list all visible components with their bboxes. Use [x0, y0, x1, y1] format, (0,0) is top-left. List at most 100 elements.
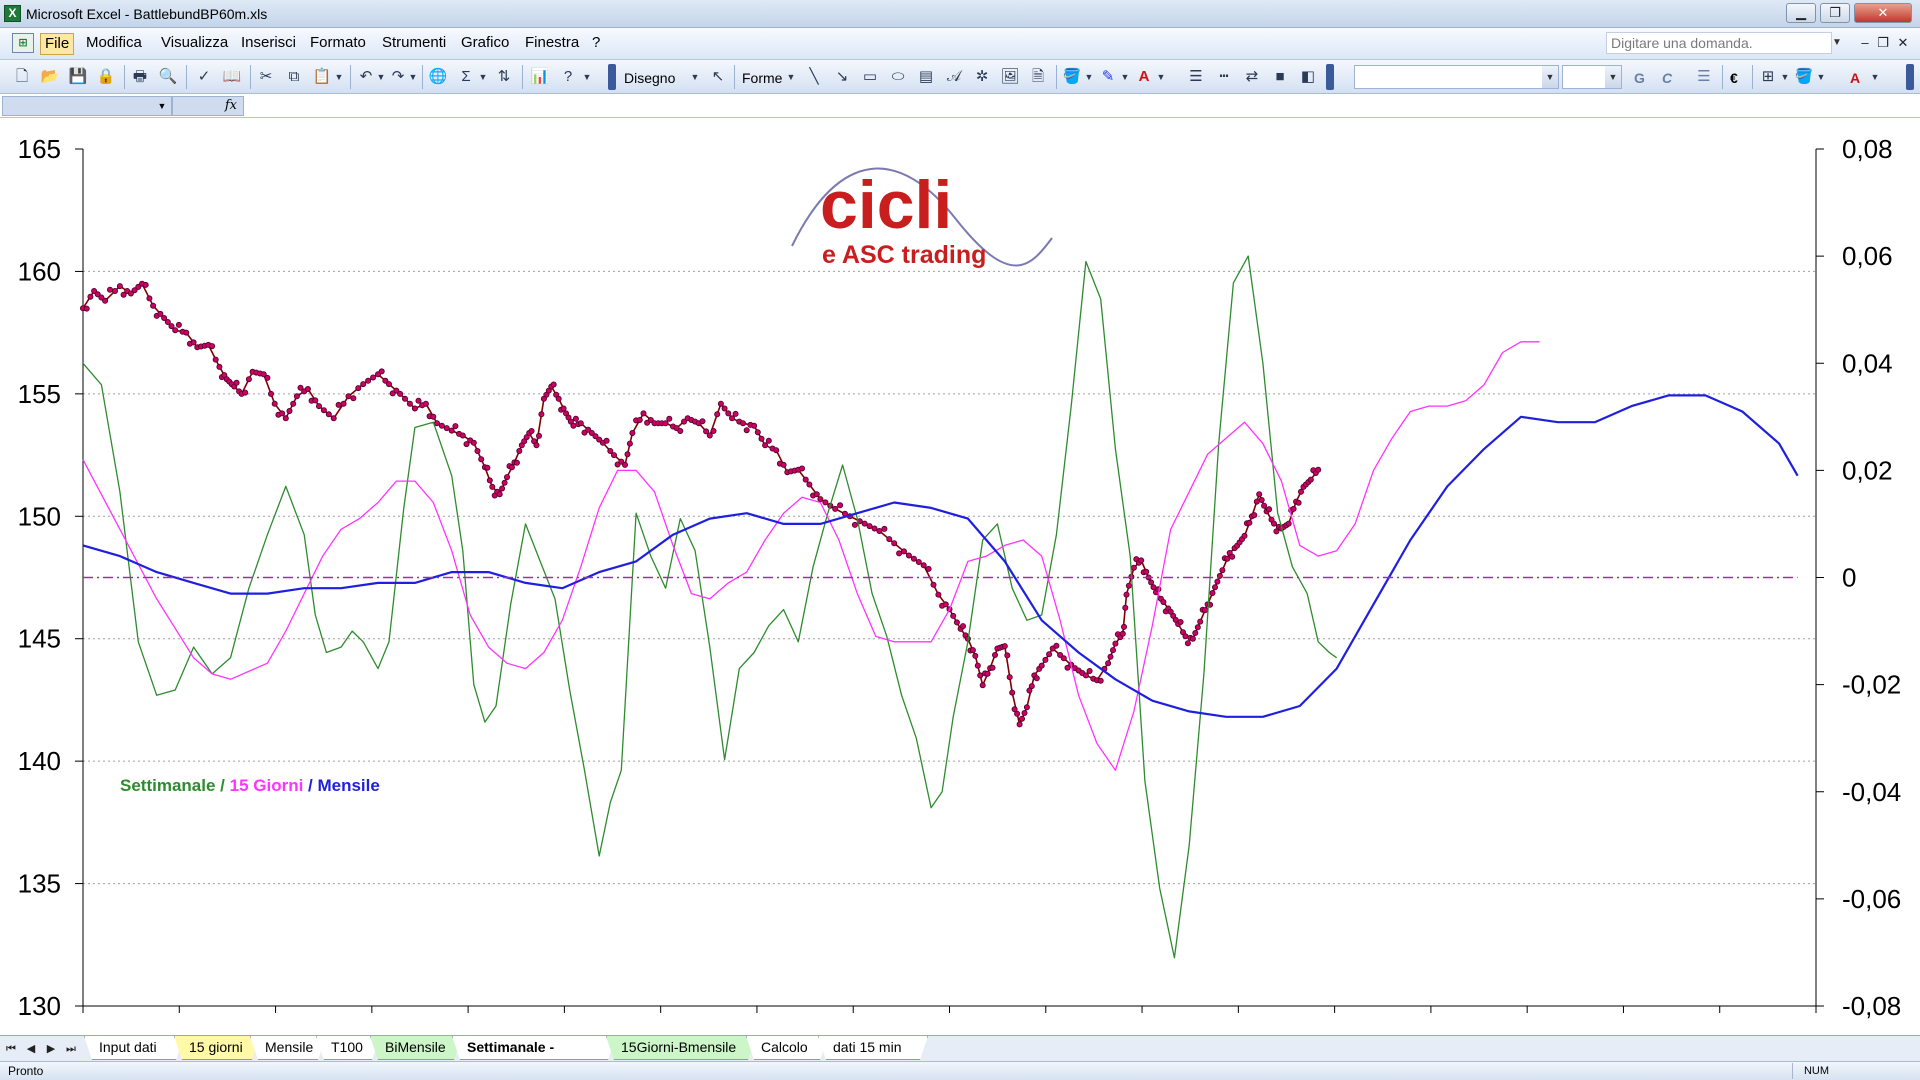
toolbar-options-icon[interactable]: ▼: [582, 67, 592, 87]
sort-ascending-icon[interactable]: ⇅: [494, 67, 514, 87]
sheet-tab[interactable]: dati 15 min: [818, 1036, 928, 1060]
font-size-dropdown-icon[interactable]: ▼: [1605, 66, 1621, 88]
sheet-tab[interactable]: BiMensile: [370, 1036, 462, 1060]
minimize-icon[interactable]: ▁: [1786, 3, 1816, 23]
menu-formato[interactable]: Formato: [306, 33, 370, 55]
spelling-icon[interactable]: ✓: [194, 67, 214, 87]
toolbar-grip[interactable]: [1906, 64, 1914, 90]
arrow-style-icon[interactable]: ⇄: [1242, 67, 1262, 87]
menu-inserisci[interactable]: Inserisci: [237, 33, 300, 55]
copy-icon[interactable]: ⧉: [284, 67, 304, 87]
borders-icon[interactable]: ⊞: [1758, 67, 1778, 87]
rectangle-tool-icon[interactable]: ▭: [860, 67, 880, 87]
menu-visualizza[interactable]: Visualizza: [157, 33, 232, 55]
undo-dropdown-icon[interactable]: ▼: [376, 67, 386, 87]
font-size-combo[interactable]: ▼: [1562, 65, 1622, 89]
help-icon[interactable]: ?: [558, 67, 578, 87]
sheet-tab[interactable]: Input dati: [84, 1036, 184, 1060]
new-document-icon[interactable]: 🗋: [12, 67, 32, 87]
font-color-button[interactable]: A: [1850, 68, 1860, 88]
line-chart[interactable]: 165 160 155 150 145 140 135 130 0,08 0,06 0,04 0,02…: [0, 118, 1920, 1035]
first-sheet-icon[interactable]: ⏮: [4, 1040, 18, 1058]
3d-style-icon[interactable]: ◧: [1298, 67, 1318, 87]
menu-strumenti[interactable]: Strumenti: [378, 33, 450, 55]
shadow-style-icon[interactable]: ■: [1270, 67, 1290, 87]
line-color-icon[interactable]: ✎: [1098, 67, 1118, 87]
insert-function-button[interactable]: fx: [172, 96, 244, 116]
undo-icon[interactable]: ↶: [356, 67, 376, 87]
menu-modifica[interactable]: Modifica: [82, 33, 146, 55]
menu-grafico[interactable]: Grafico: [457, 33, 513, 55]
align-icon[interactable]: ☰: [1694, 67, 1714, 87]
shapes-menu-button[interactable]: Forme: [742, 68, 782, 88]
font-name-dropdown-icon[interactable]: ▼: [1542, 66, 1558, 88]
menu-finestra[interactable]: Finestra: [521, 33, 583, 55]
toolbar-grip[interactable]: [608, 64, 616, 90]
save-icon[interactable]: 💾: [68, 67, 88, 87]
close-icon[interactable]: ✕: [1854, 3, 1912, 23]
menu-help[interactable]: ?: [588, 33, 604, 55]
excel-app-icon[interactable]: X: [4, 5, 21, 22]
font-color-dropdown-icon[interactable]: ▼: [1870, 67, 1880, 87]
font-name-combo[interactable]: ▼: [1354, 65, 1559, 89]
autosum-dropdown-icon[interactable]: ▼: [478, 67, 488, 87]
restore-icon[interactable]: ❐: [1820, 3, 1850, 23]
hyperlink-icon[interactable]: 🌐: [428, 67, 448, 87]
dash-style-icon[interactable]: ┅: [1214, 67, 1234, 87]
autosum-icon[interactable]: Σ: [456, 67, 476, 87]
print-icon[interactable]: 🖶: [130, 67, 150, 87]
draw-menu-button[interactable]: Disegno: [624, 68, 675, 88]
permission-icon[interactable]: 🔒: [96, 67, 116, 87]
name-box-dropdown-icon[interactable]: ▼: [155, 97, 169, 115]
paste-dropdown-icon[interactable]: ▼: [334, 67, 344, 87]
last-sheet-icon[interactable]: ⏭: [64, 1040, 78, 1058]
sheet-tab[interactable]: T100: [316, 1036, 380, 1060]
font-color-draw-dropdown-icon[interactable]: ▼: [1156, 67, 1166, 87]
shapes-dropdown-icon[interactable]: ▼: [786, 67, 796, 87]
line-style-icon[interactable]: ☰: [1186, 67, 1206, 87]
doc-minimize-icon[interactable]: –: [1856, 34, 1874, 52]
help-dropdown-icon[interactable]: ▼: [1830, 32, 1844, 54]
menu-file[interactable]: File: [40, 33, 75, 55]
open-folder-icon[interactable]: 📂: [40, 67, 60, 87]
workbook-icon[interactable]: ⊞: [12, 33, 34, 53]
wordart-icon[interactable]: 𝒜: [944, 67, 964, 87]
select-pointer-icon[interactable]: ↖: [708, 67, 728, 87]
name-box[interactable]: ▼: [2, 96, 172, 116]
doc-restore-icon[interactable]: ❐: [1874, 34, 1892, 52]
doc-close-icon[interactable]: ✕: [1894, 34, 1912, 52]
insert-picture-icon[interactable]: 🗎: [1028, 67, 1048, 87]
font-color-draw-icon[interactable]: A: [1134, 67, 1154, 87]
euro-button[interactable]: €: [1730, 68, 1738, 88]
prev-sheet-icon[interactable]: ◀: [24, 1040, 38, 1058]
line-color-dropdown-icon[interactable]: ▼: [1120, 67, 1130, 87]
chart-series[interactable]: [80, 255, 1799, 959]
italic-button[interactable]: C: [1662, 68, 1672, 88]
toolbar-grip[interactable]: [1326, 64, 1334, 90]
fill-color-dropdown-icon[interactable]: ▼: [1084, 67, 1094, 87]
research-icon[interactable]: 📖: [222, 67, 242, 87]
cell-fill-icon[interactable]: 🪣: [1794, 67, 1814, 87]
paste-icon[interactable]: 📋: [312, 67, 332, 87]
borders-dropdown-icon[interactable]: ▼: [1780, 67, 1790, 87]
bold-button[interactable]: G: [1634, 68, 1645, 88]
sheet-tab[interactable]: 15Giorni-Bmensile: [606, 1036, 756, 1060]
sheet-tab[interactable]: 15 giorni: [174, 1036, 260, 1060]
fill-color-icon[interactable]: 🪣: [1062, 67, 1082, 87]
arrow-tool-icon[interactable]: ↘: [832, 67, 852, 87]
line-tool-icon[interactable]: ╲: [804, 67, 824, 87]
chart-wizard-icon[interactable]: 📊: [530, 67, 550, 87]
sheet-tab[interactable]: Settimanale -Mensile: [452, 1036, 616, 1060]
sheet-tab[interactable]: Calcolo: [746, 1036, 828, 1060]
textbox-tool-icon[interactable]: ▤: [916, 67, 936, 87]
print-preview-icon[interactable]: 🔍: [158, 67, 178, 87]
diagram-icon[interactable]: ✲: [972, 67, 992, 87]
oval-tool-icon[interactable]: ⬭: [888, 67, 908, 87]
redo-dropdown-icon[interactable]: ▼: [408, 67, 418, 87]
sheet-tab[interactable]: Mensile: [250, 1036, 326, 1060]
chart-area[interactable]: 165 160 155 150 145 140 135 130 0,08 0,06 0,04 0,02…: [0, 118, 1920, 1035]
help-question-input[interactable]: Digitare una domanda.: [1606, 32, 1832, 54]
next-sheet-icon[interactable]: ▶: [44, 1040, 58, 1058]
cell-fill-dropdown-icon[interactable]: ▼: [1816, 67, 1826, 87]
clipart-icon[interactable]: 🖼: [1000, 67, 1020, 87]
